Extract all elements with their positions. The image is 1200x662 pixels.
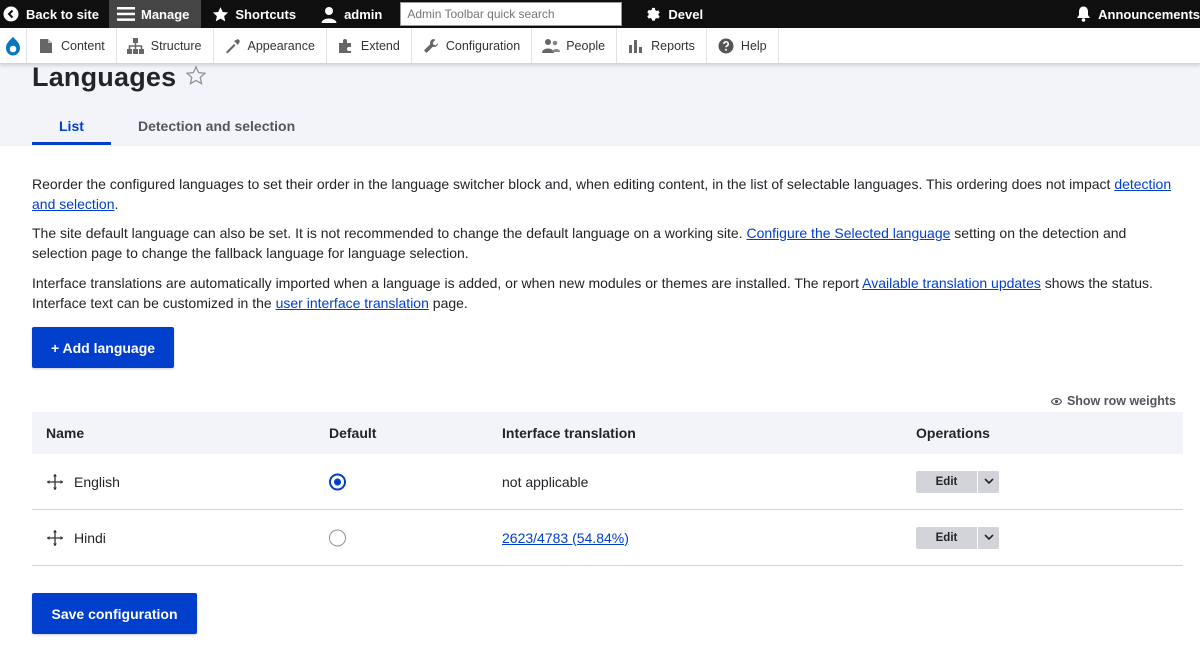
drag-handle-icon[interactable] <box>46 473 64 491</box>
menu-item-extend[interactable]: Extend <box>325 28 411 63</box>
description-text: Reorder the configured languages to set … <box>32 176 1115 192</box>
admin-menu-bar: Content Structure Appearance Extend Conf… <box>0 28 1200 64</box>
manage-tab[interactable]: Manage <box>108 0 202 28</box>
save-configuration-button[interactable]: Save configuration <box>32 593 197 634</box>
admin-toolbar: Back to site Manage Shortcuts admin Deve… <box>0 0 1200 28</box>
people-icon <box>542 37 561 55</box>
menu-item-label: Content <box>61 38 105 53</box>
show-row-weights-label: Show row weights <box>1066 394 1176 408</box>
back-arrow-icon <box>2 5 20 23</box>
user-interface-translation-link[interactable]: user interface translation <box>276 295 429 311</box>
edit-button[interactable]: Edit <box>916 526 978 549</box>
available-translation-updates-link[interactable]: Available translation updates <box>862 275 1041 291</box>
configure-selected-language-link[interactable]: Configure the Selected language <box>746 225 950 241</box>
description-text: Interface translations are automatically… <box>32 275 863 291</box>
shortcuts-tab[interactable]: Shortcuts <box>201 0 306 28</box>
language-name-cell: English <box>46 473 120 491</box>
description-text: page. <box>428 295 468 311</box>
drag-handle-icon[interactable] <box>46 529 64 547</box>
dropbutton-toggle[interactable] <box>978 526 999 549</box>
chevron-down-icon <box>983 478 994 485</box>
gear-icon <box>644 5 662 23</box>
user-icon <box>320 5 338 23</box>
description-text: . <box>114 196 119 212</box>
bell-icon <box>1074 5 1092 23</box>
menu-item-label: Configuration <box>445 38 521 53</box>
table-header: Name Default Interface translation Opera… <box>32 412 1183 454</box>
hamburger-icon <box>116 5 135 23</box>
operations-dropbutton: Edit <box>916 526 999 549</box>
content-icon <box>37 37 55 55</box>
tab-list[interactable]: List <box>59 118 84 134</box>
structure-icon <box>127 37 145 55</box>
menu-item-help[interactable]: Help <box>705 28 779 63</box>
extend-icon <box>337 37 355 55</box>
default-cell <box>329 473 346 490</box>
announcements-tab[interactable]: Announcements <box>1074 0 1200 28</box>
table-row: English not applicable Edit <box>32 454 1183 510</box>
active-tab-indicator <box>32 142 111 145</box>
menu-item-structure[interactable]: Structure <box>115 28 213 63</box>
menu-item-label: Extend <box>360 38 400 53</box>
operations-cell: Edit <box>916 526 999 549</box>
default-language-radio[interactable] <box>329 529 346 546</box>
languages-table: Name Default Interface translation Opera… <box>32 412 1183 566</box>
show-row-weights-link[interactable]: Show row weights <box>1050 394 1176 408</box>
menu-item-content[interactable]: Content <box>26 28 116 63</box>
appearance-icon <box>224 37 242 55</box>
shortcuts-label: Shortcuts <box>235 6 297 22</box>
language-name-cell: Hindi <box>46 529 106 547</box>
menu-item-reports[interactable]: Reports <box>616 28 706 63</box>
interface-translation-cell: 2623/4783 (54.84%) <box>502 530 629 546</box>
favorite-star-icon[interactable] <box>185 65 207 87</box>
column-header-interface-translation: Interface translation <box>502 425 636 441</box>
devel-tab[interactable]: Devel <box>644 0 713 28</box>
announcements-label: Announcements <box>1098 6 1200 22</box>
column-header-default: Default <box>329 425 377 441</box>
admin-toolbar-search-input[interactable] <box>400 2 623 26</box>
tab-detection-and-selection[interactable]: Detection and selection <box>138 118 295 134</box>
menu-item-label: Appearance <box>247 38 315 53</box>
user-tab[interactable]: admin <box>306 0 392 28</box>
menu-item-label: Help <box>740 38 767 53</box>
language-name: Hindi <box>74 529 106 546</box>
table-row: Hindi 2623/4783 (54.84%) Edit <box>32 510 1183 566</box>
edit-button[interactable]: Edit <box>916 470 978 493</box>
column-header-operations: Operations <box>916 425 990 441</box>
user-label: admin <box>344 6 383 22</box>
drupal-logo-icon[interactable] <box>0 28 26 63</box>
description-text: The site default language can also be se… <box>32 225 747 241</box>
menu-item-label: Reports <box>651 38 695 53</box>
default-cell <box>329 529 346 546</box>
star-icon <box>211 5 229 23</box>
back-to-site-label: Back to site <box>26 6 99 22</box>
back-to-site-link[interactable]: Back to site <box>0 0 109 28</box>
reports-icon <box>627 37 645 55</box>
help-icon <box>717 37 735 55</box>
interface-translation-cell: not applicable <box>502 474 588 490</box>
dropbutton-toggle[interactable] <box>978 470 999 493</box>
language-name: English <box>74 473 120 490</box>
menu-item-label: Structure <box>150 38 202 53</box>
default-language-radio[interactable] <box>329 473 346 490</box>
devel-label: Devel <box>668 6 704 22</box>
description-paragraph-3: Interface translations are automatically… <box>32 273 1182 313</box>
chevron-down-icon <box>983 534 994 541</box>
add-language-button[interactable]: + Add language <box>32 327 174 368</box>
description-paragraph-2: The site default language can also be se… <box>32 223 1182 263</box>
operations-cell: Edit <box>916 470 999 493</box>
menu-item-label: People <box>566 38 606 53</box>
page-title: Languages <box>32 62 177 92</box>
manage-label: Manage <box>140 6 190 22</box>
interface-translation-status: not applicable <box>502 473 589 490</box>
column-header-name: Name <box>46 425 85 441</box>
menu-item-configuration[interactable]: Configuration <box>410 28 531 63</box>
menu-item-appearance[interactable]: Appearance <box>212 28 326 63</box>
operations-dropbutton: Edit <box>916 470 999 493</box>
description-paragraph-1: Reorder the configured languages to set … <box>32 174 1182 214</box>
menu-item-people[interactable]: People <box>531 28 616 63</box>
eye-icon <box>1050 397 1062 405</box>
wrench-icon <box>422 37 440 55</box>
interface-translation-link[interactable]: 2623/4783 (54.84%) <box>502 530 629 546</box>
